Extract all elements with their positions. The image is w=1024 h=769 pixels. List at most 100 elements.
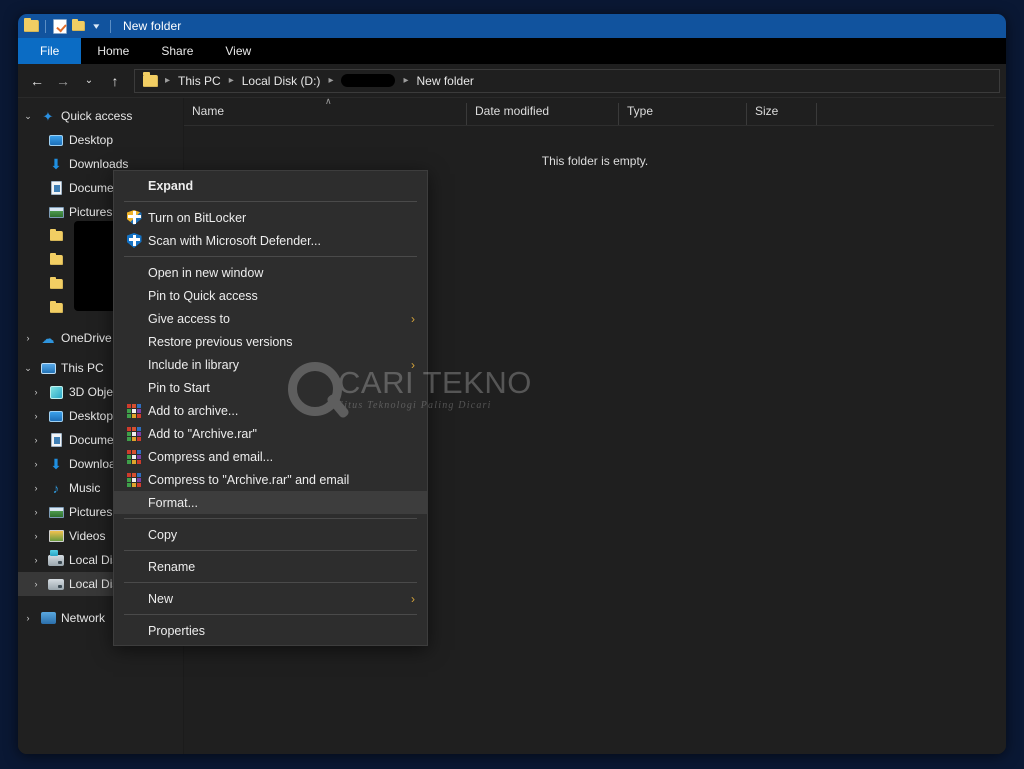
menu-label: Pin to Quick access — [146, 289, 258, 303]
column-header-size[interactable]: Size — [746, 103, 816, 125]
menu-label: Expand — [146, 179, 193, 193]
chevron-right-icon[interactable]: › — [26, 436, 46, 445]
up-button[interactable]: ↑ — [102, 68, 128, 94]
defender-shield-icon — [122, 233, 146, 248]
tab-share[interactable]: Share — [145, 38, 209, 64]
sidebar-label: OneDrive — [61, 331, 112, 345]
menu-label: Properties — [146, 624, 205, 638]
chevron-right-icon[interactable]: › — [26, 580, 46, 589]
column-header-spacer[interactable] — [816, 103, 876, 125]
chevron-down-icon[interactable]: ▾ — [87, 17, 105, 35]
breadcrumb-redacted[interactable] — [341, 74, 395, 87]
breadcrumb-this-pc[interactable]: This PC — [176, 74, 223, 88]
context-menu-item-turn-on-bitlocker[interactable]: Turn on BitLocker — [114, 206, 427, 229]
chevron-right-icon[interactable]: › — [26, 412, 46, 421]
sidebar-label: Music — [69, 481, 100, 495]
column-header-name[interactable]: Name ∧ — [184, 103, 466, 125]
sidebar-label: Network — [61, 611, 105, 625]
context-menu-item-scan-with-defender[interactable]: Scan with Microsoft Defender... — [114, 229, 427, 252]
navigation-bar: ← → ⌄ ↑ ▸ This PC ▸ Local Disk (D:) ▸ ▸ … — [18, 64, 1006, 98]
chevron-right-icon[interactable]: › — [26, 532, 46, 541]
chevron-right-icon: › — [411, 359, 415, 371]
context-menu-item-rename[interactable]: Rename — [114, 555, 427, 578]
tab-view[interactable]: View — [209, 38, 267, 64]
menu-label: Rename — [146, 560, 195, 574]
context-menu-item-copy[interactable]: Copy — [114, 523, 427, 546]
context-menu-item-pin-to-quick-access[interactable]: Pin to Quick access — [114, 284, 427, 307]
menu-separator — [124, 518, 417, 519]
properties-icon[interactable] — [51, 17, 69, 35]
folder-icon — [46, 279, 66, 289]
context-menu-item-add-to-archive-rar[interactable]: Add to "Archive.rar" — [114, 422, 427, 445]
column-header-type[interactable]: Type — [618, 103, 746, 125]
chevron-right-icon[interactable]: › — [26, 388, 46, 397]
computer-icon — [38, 363, 58, 374]
context-menu-item-properties[interactable]: Properties — [114, 619, 427, 642]
folder-icon — [46, 255, 66, 265]
context-menu-item-give-access-to[interactable]: Give access to › — [114, 307, 427, 330]
context-menu-item-compress-to-archive-and-email[interactable]: Compress to "Archive.rar" and email — [114, 468, 427, 491]
forward-button[interactable]: → — [50, 68, 76, 94]
menu-label: New — [146, 592, 173, 606]
sidebar-label: Videos — [69, 529, 105, 543]
chevron-right-icon[interactable]: › — [18, 614, 38, 623]
sidebar-label: Desktop — [69, 133, 113, 147]
empty-folder-message: This folder is empty. — [184, 154, 1006, 168]
column-label: Date modified — [475, 104, 549, 118]
context-menu-item-compress-and-email[interactable]: Compress and email... — [114, 445, 427, 468]
breadcrumb-new-folder[interactable]: New folder — [415, 74, 476, 88]
context-menu-item-new[interactable]: New › — [114, 587, 427, 610]
context-menu-item-pin-to-start[interactable]: Pin to Start — [114, 376, 427, 399]
breadcrumb-local-disk-d[interactable]: Local Disk (D:) — [240, 74, 323, 88]
cloud-icon: ☁ — [38, 332, 58, 345]
sidebar-label: Quick access — [61, 109, 132, 123]
sidebar-item-quick-access[interactable]: ⌄ ✦ Quick access — [18, 104, 183, 128]
window-title: New folder — [123, 19, 181, 33]
tab-home[interactable]: Home — [81, 38, 145, 64]
address-bar[interactable]: ▸ This PC ▸ Local Disk (D:) ▸ ▸ New fold… — [134, 69, 1000, 93]
network-icon — [38, 612, 58, 624]
chevron-right-icon[interactable]: › — [26, 460, 46, 469]
chevron-right-icon[interactable]: › — [26, 556, 46, 565]
winrar-icon — [122, 450, 146, 464]
chevron-down-icon[interactable]: ⌄ — [18, 364, 38, 373]
menu-label: Compress and email... — [146, 450, 273, 464]
bitlocker-shield-icon — [122, 210, 146, 225]
menu-label: Restore previous versions — [146, 335, 293, 349]
folder-icon[interactable] — [22, 17, 40, 35]
sidebar-label: Pictures — [69, 205, 112, 219]
file-list-body[interactable]: This folder is empty. — [184, 126, 1006, 168]
breadcrumb-separator: ▸ — [322, 75, 339, 86]
music-note-icon: ♪ — [46, 482, 66, 495]
chevron-right-icon[interactable]: › — [26, 484, 46, 493]
menu-label: Add to archive... — [146, 404, 238, 418]
winrar-icon — [122, 404, 146, 418]
new-folder-icon[interactable] — [69, 17, 87, 35]
context-menu-item-restore-previous-versions[interactable]: Restore previous versions — [114, 330, 427, 353]
context-menu: Expand Turn on BitLocker Scan with Micro… — [113, 170, 428, 646]
chevron-right-icon[interactable]: › — [26, 508, 46, 517]
context-menu-item-include-in-library[interactable]: Include in library › — [114, 353, 427, 376]
context-menu-item-expand[interactable]: Expand — [114, 174, 427, 197]
tab-file[interactable]: File — [18, 38, 81, 64]
sidebar-item-desktop[interactable]: Desktop — [18, 128, 183, 152]
menu-label: Compress to "Archive.rar" and email — [146, 473, 349, 487]
context-menu-item-format[interactable]: Format... — [114, 491, 427, 514]
context-menu-item-add-to-archive[interactable]: Add to archive... — [114, 399, 427, 422]
vertical-scrollbar[interactable] — [994, 98, 1006, 754]
drive-icon — [46, 579, 66, 590]
back-button[interactable]: ← — [24, 68, 50, 94]
column-header-date-modified[interactable]: Date modified — [466, 103, 618, 125]
chevron-down-icon[interactable]: ⌄ — [18, 112, 38, 121]
winrar-icon — [122, 473, 146, 487]
download-arrow-icon: ⬇ — [46, 157, 66, 171]
menu-separator — [124, 256, 417, 257]
recent-locations-button[interactable]: ⌄ — [76, 68, 102, 94]
sidebar-label: Pictures — [69, 505, 112, 519]
breadcrumb-separator: ▸ — [223, 75, 240, 86]
address-folder-icon — [141, 72, 159, 90]
column-label: Name — [192, 104, 224, 118]
chevron-right-icon[interactable]: › — [18, 334, 38, 343]
context-menu-item-open-in-new-window[interactable]: Open in new window — [114, 261, 427, 284]
desktop-backdrop: ▾ New folder File Home Share View ← → ⌄ … — [0, 0, 1024, 769]
